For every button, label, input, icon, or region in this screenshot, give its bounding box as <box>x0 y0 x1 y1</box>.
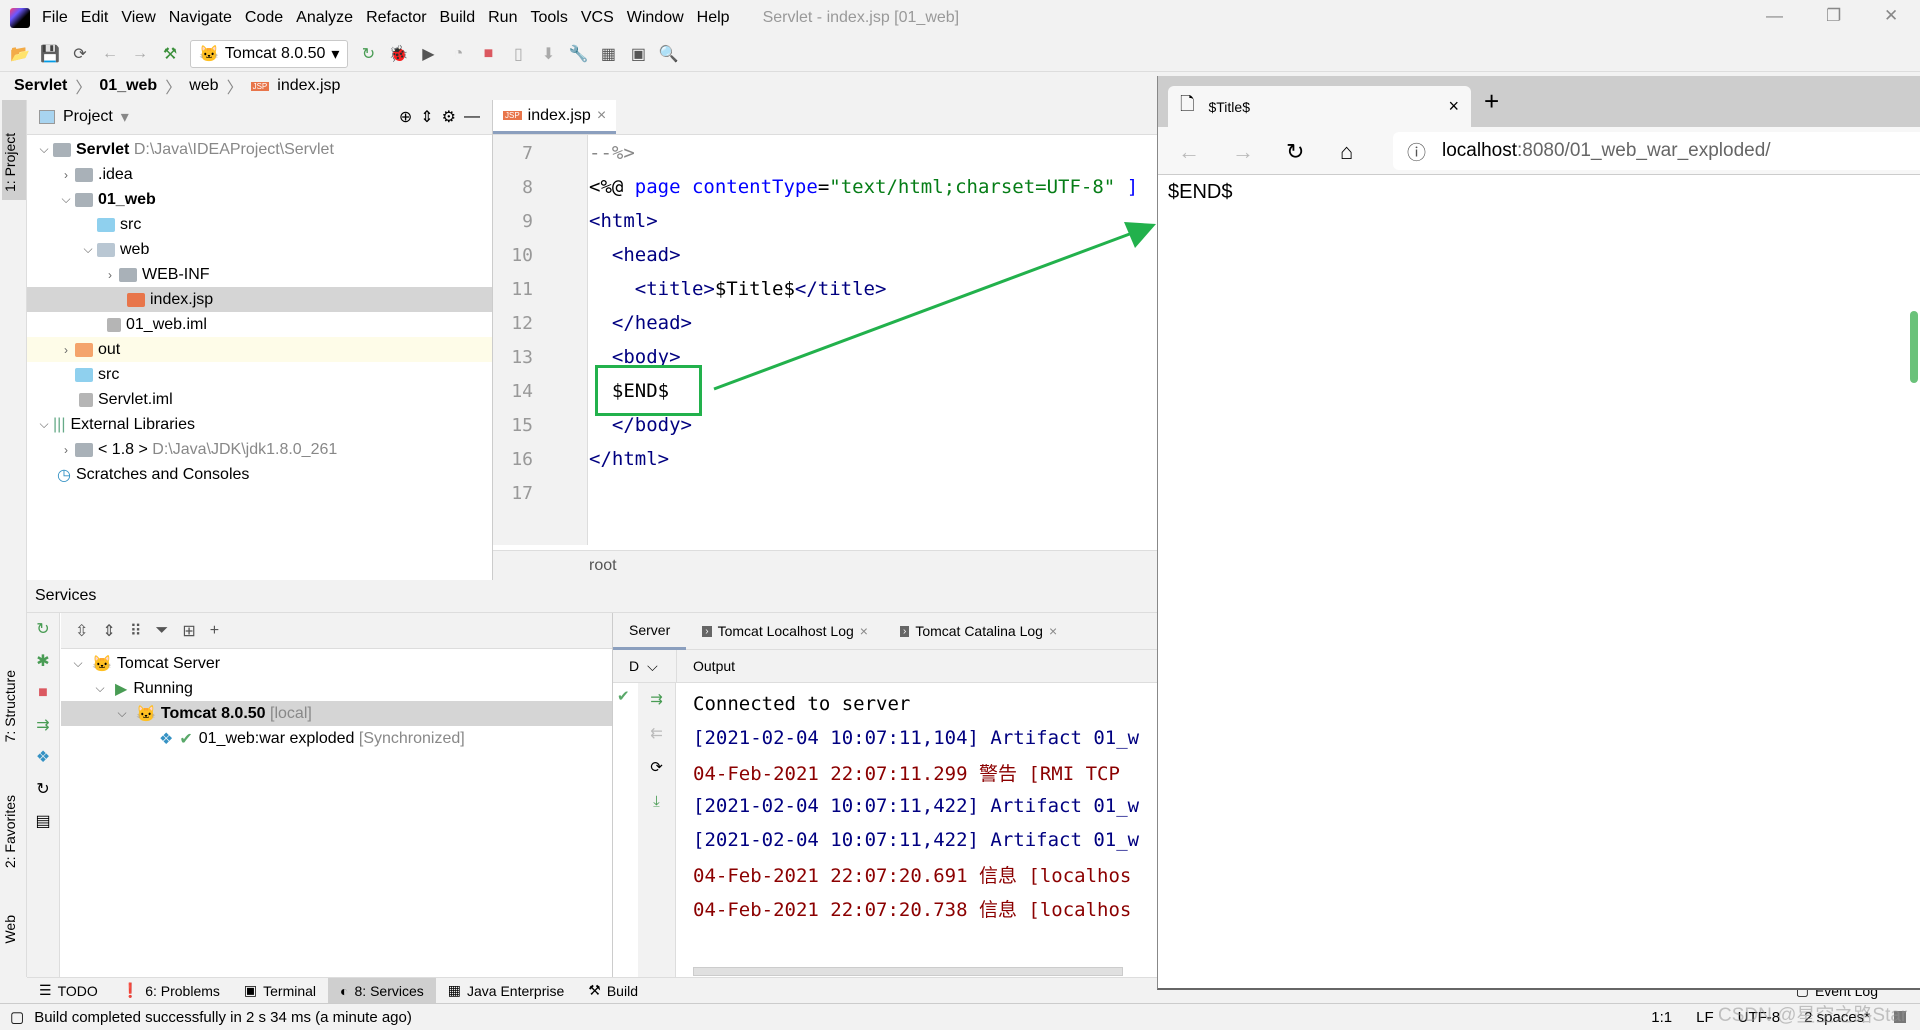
annotation-arrow <box>713 222 1156 391</box>
annotation-arrow-line <box>713 230 1136 391</box>
watermark: CSDN @星空之路Star <box>1718 1005 1908 1026</box>
